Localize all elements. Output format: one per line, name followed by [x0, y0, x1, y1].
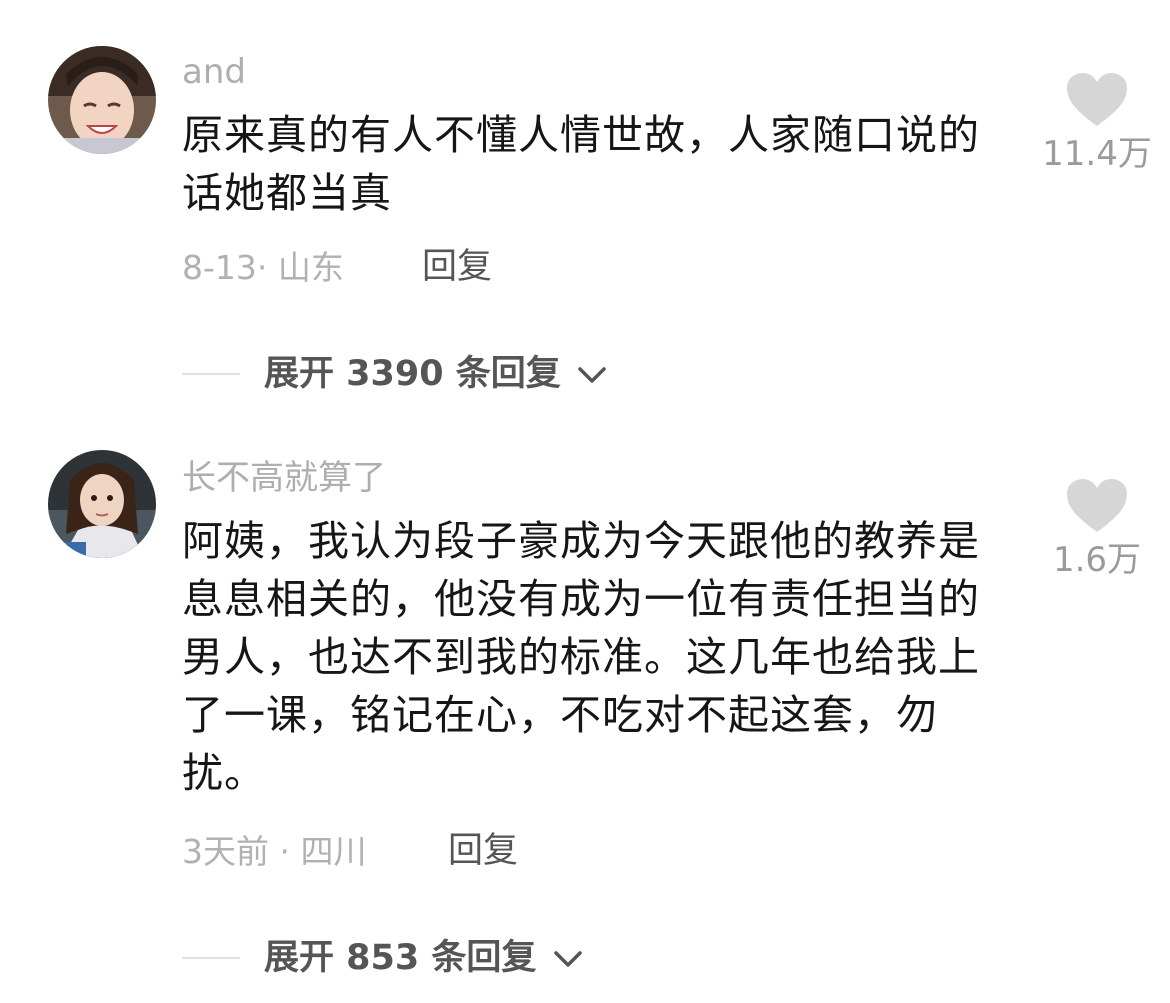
- chevron-down-icon: [578, 367, 606, 383]
- like-count: 11.4万: [1042, 134, 1152, 174]
- comment-location: 山东: [277, 248, 344, 287]
- comment-date: 8-13: [182, 248, 257, 287]
- chevron-down-icon: [553, 951, 582, 967]
- comment-meta: 8-13· 山东: [182, 248, 344, 288]
- expand-replies-button[interactable]: 展开 853 条回复: [264, 936, 583, 980]
- divider: [182, 957, 240, 959]
- expand-replies-row: 展开 853 条回复: [182, 936, 682, 980]
- divider: [182, 373, 240, 375]
- user-avatar-photo: [48, 450, 156, 558]
- avatar[interactable]: [48, 46, 156, 154]
- comment-location: 四川: [300, 832, 367, 871]
- comment-date: 3天前: [182, 832, 269, 871]
- heart-icon[interactable]: [1066, 72, 1128, 128]
- comment-text: 阿姨，我认为段子豪成为今天跟他的教养是息息相关的，他没有成为一位有责任担当的男人…: [182, 517, 980, 797]
- comment-meta: 3天前 · 四川: [182, 832, 367, 872]
- username[interactable]: and: [182, 52, 246, 92]
- like-count: 1.6万: [1052, 540, 1142, 580]
- user-avatar-photo: [48, 46, 156, 154]
- like-button[interactable]: 11.4万: [1032, 72, 1162, 174]
- reply-button[interactable]: 回复: [422, 247, 492, 287]
- like-button[interactable]: 1.6万: [1032, 478, 1162, 580]
- username[interactable]: 长不高就算了: [182, 458, 386, 498]
- expand-replies-label: 展开 3390 条回复: [264, 354, 561, 394]
- comment-text: 原来真的有人不懂人情世故，人家随口说的话她都当真: [182, 111, 980, 217]
- meta-separator: ·: [279, 832, 291, 871]
- reply-button[interactable]: 回复: [448, 831, 518, 871]
- heart-icon[interactable]: [1066, 478, 1128, 534]
- expand-replies-button[interactable]: 展开 3390 条回复: [264, 352, 607, 396]
- meta-separator: ·: [256, 248, 268, 287]
- avatar[interactable]: [48, 450, 156, 558]
- expand-replies-row: 展开 3390 条回复: [182, 352, 682, 396]
- expand-replies-label: 展开 853 条回复: [264, 938, 537, 978]
